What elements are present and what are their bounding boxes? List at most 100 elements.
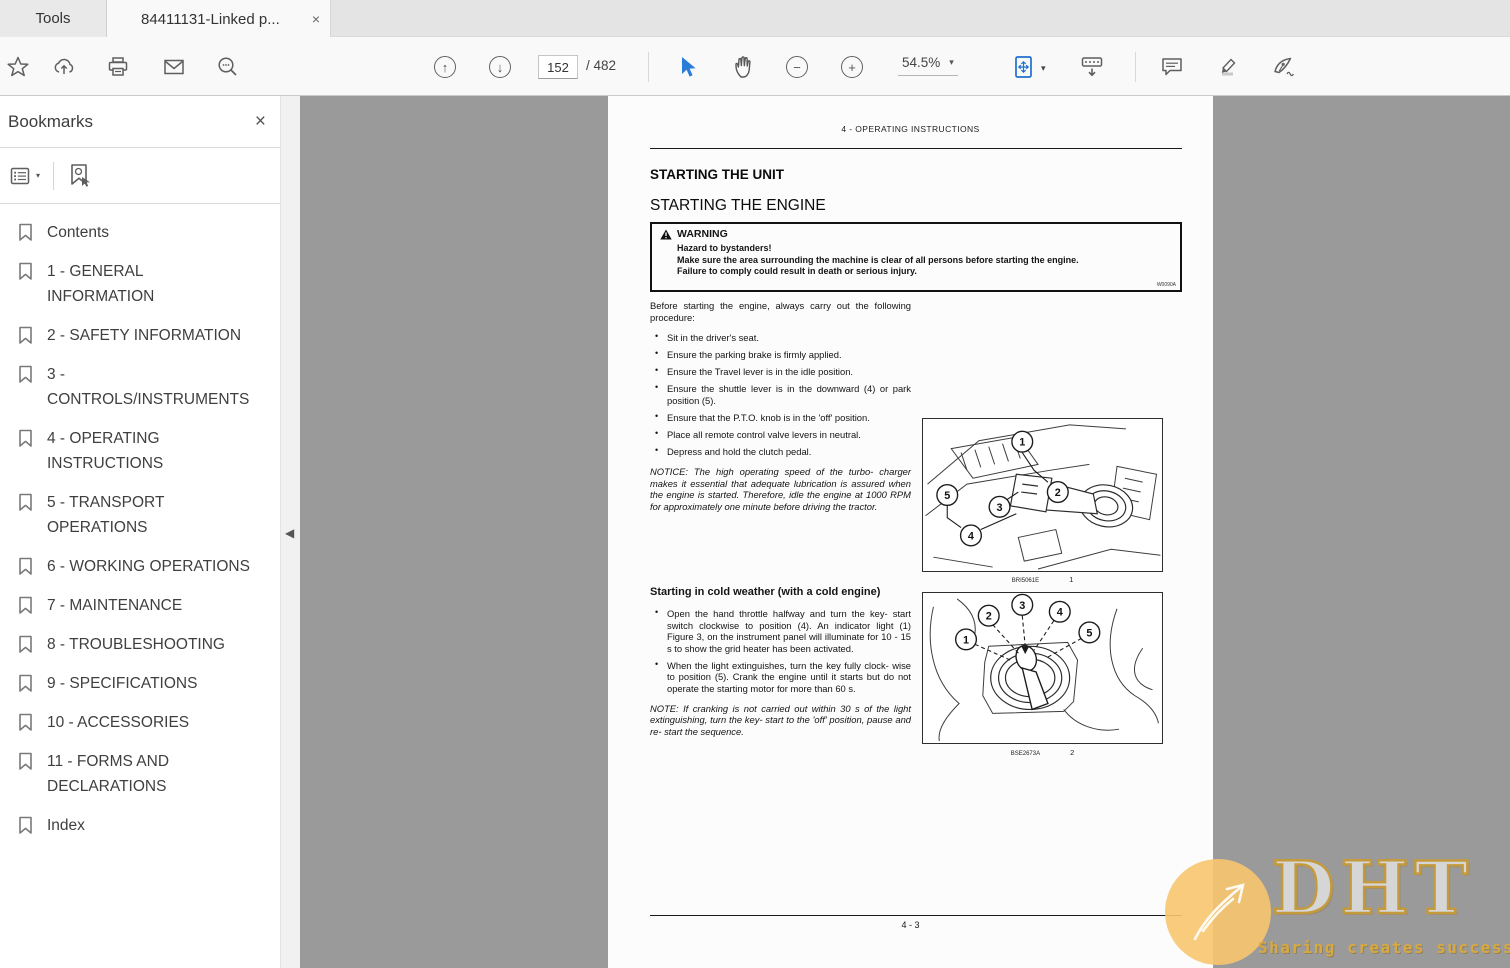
tab-tools[interactable]: Tools (0, 0, 107, 37)
footer-rule (650, 915, 1182, 917)
procedure-step: Ensure the shuttle lever is in the downw… (650, 382, 911, 406)
highlight-button[interactable] (1213, 51, 1245, 83)
tab-document[interactable]: 84411131-Linked p... × (107, 0, 331, 38)
options-list-icon (10, 167, 30, 184)
bookmark-item-working-operations[interactable]: 6 - WORKING OPERATIONS (18, 554, 272, 579)
bookmarks-title: Bookmarks (8, 111, 94, 131)
email-button[interactable] (158, 51, 190, 83)
hand-tool-button[interactable] (727, 51, 759, 83)
collapse-panel-icon[interactable]: ◀ (285, 526, 294, 540)
notice-paragraph: NOTICE: The high operating speed of the … (650, 465, 911, 512)
bookmarks-toolbar: ▾ (0, 148, 280, 204)
bookmark-item-forms-declarations[interactable]: 11 - FORMS AND DECLARATIONS (18, 749, 272, 799)
toolbar-divider (1135, 52, 1136, 82)
cursor-arrow-icon (682, 57, 696, 77)
svg-text:1: 1 (963, 634, 969, 646)
bookmarks-list: Contents 1 - GENERAL INFORMATION 2 - SAFE… (0, 204, 280, 838)
zoom-in-button[interactable]: + (836, 51, 868, 83)
arrow-logo-icon (1193, 883, 1245, 941)
close-tab-icon[interactable]: × (312, 11, 320, 27)
procedure-step: Ensure the Travel lever is in the idle p… (650, 365, 911, 378)
fill-sign-button[interactable] (1268, 51, 1300, 83)
bookmark-icon (18, 749, 33, 799)
bookmark-icon (18, 362, 33, 412)
svg-text:2: 2 (986, 611, 992, 623)
pdf-page: 4 - OPERATING INSTRUCTIONS STARTING THE … (608, 96, 1213, 968)
figure-1-caption: BRI5061E 1 (1011, 575, 1074, 584)
subsection-title: STARTING THE ENGINE (650, 197, 826, 214)
bookmark-icon (18, 632, 33, 657)
panel-collapse-strip[interactable]: ◀ (280, 96, 300, 968)
page-count-label: / 482 (586, 58, 617, 73)
collapse-toolbar-icon (1081, 57, 1103, 77)
bookmark-item-transport-operations[interactable]: 5 - TRANSPORT OPERATIONS (18, 490, 272, 540)
note-paragraph: NOTE: If cranking is not carried out wit… (650, 702, 911, 737)
bookmark-item-maintenance[interactable]: 7 - MAINTENANCE (18, 593, 272, 618)
bookmarks-header: Bookmarks × (0, 96, 280, 148)
star-icon (7, 56, 29, 77)
svg-text:5: 5 (1086, 627, 1092, 639)
bookmark-item-contents[interactable]: Contents (18, 220, 272, 245)
bookmarks-panel: Bookmarks × ▾ Contents 1 - GENERAL INFOR… (0, 96, 280, 968)
search-icon (218, 57, 237, 76)
document-canvas[interactable]: 4 - OPERATING INSTRUCTIONS STARTING THE … (300, 96, 1510, 968)
bookmark-item-accessories[interactable]: 10 - ACCESSORIES (18, 710, 272, 735)
share-button[interactable] (48, 51, 80, 83)
procedure-step: Sit in the driver's seat. (650, 331, 911, 344)
acrobat-window: Tools 84411131-Linked p... × ↑ ↓ 152 / 4… (0, 0, 1510, 968)
bookmark-icon (18, 554, 33, 579)
svg-text:3: 3 (997, 502, 1003, 514)
bookmark-item-troubleshooting[interactable]: 8 - TROUBLESHOOTING (18, 632, 272, 657)
highlighter-icon (1221, 58, 1236, 76)
running-header: 4 - OPERATING INSTRUCTIONS (841, 124, 980, 134)
minus-icon: − (786, 56, 808, 78)
tab-bar: Tools 84411131-Linked p... × (0, 0, 1510, 38)
hide-toolbar-button[interactable] (1076, 51, 1108, 83)
svg-text:2: 2 (1055, 487, 1061, 499)
warning-triangle-icon (660, 229, 672, 239)
bookmark-icon (18, 490, 33, 540)
comment-bubble-icon (1162, 58, 1182, 76)
bookmark-item-index[interactable]: Index (18, 813, 272, 838)
intro-paragraph: Before starting the engine, always carry… (650, 300, 911, 323)
previous-page-button[interactable]: ↑ (429, 51, 461, 83)
bookmark-icon (18, 710, 33, 735)
hand-icon (735, 56, 751, 78)
zoom-level-dropdown[interactable]: 54.5% ▾ (898, 55, 958, 76)
warning-line: Make sure the area surrounding the machi… (677, 254, 1079, 265)
select-tool-button[interactable] (672, 51, 704, 83)
signature-pen-icon (1274, 57, 1294, 77)
page-number-input[interactable] (538, 55, 578, 79)
bookmark-item-general-information[interactable]: 1 - GENERAL INFORMATION (18, 259, 272, 309)
svg-text:3: 3 (1019, 600, 1025, 612)
bookmark-item-controls-instruments[interactable]: 3 - CONTROLS/INSTRUMENTS (18, 362, 272, 412)
document-tab-title: 84411131-Linked p... (141, 10, 280, 28)
bookmark-icon (18, 593, 33, 618)
page-fit-button[interactable] (1008, 51, 1040, 83)
fit-page-icon (1015, 56, 1032, 78)
figure2-illustration: 1 2 3 4 5 (929, 593, 1159, 742)
bookmark-item-specifications[interactable]: 9 - SPECIFICATIONS (18, 671, 272, 696)
chevron-down-icon[interactable]: ▾ (1041, 63, 1046, 74)
plus-icon: + (841, 56, 863, 78)
close-panel-icon[interactable]: × (255, 111, 266, 133)
bookmark-icon (18, 671, 33, 696)
bookmark-search-icon (71, 163, 91, 187)
warning-line: Failure to comply could result in death … (677, 266, 917, 276)
zoom-out-button[interactable]: − (781, 51, 813, 83)
bookmark-options-button[interactable]: ▾ (10, 166, 40, 186)
bookmark-item-safety-information[interactable]: 2 - SAFETY INFORMATION (18, 323, 272, 348)
search-button[interactable] (212, 51, 244, 83)
next-page-button[interactable]: ↓ (484, 51, 516, 83)
print-button[interactable] (102, 51, 134, 83)
find-current-bookmark-button[interactable] (67, 163, 93, 189)
page-footer-number: 4 - 3 (901, 920, 920, 930)
main-toolbar: ↑ ↓ / 482 − + 54.5% ▾ ▾ (0, 37, 1510, 96)
comment-button[interactable] (1156, 51, 1188, 83)
header-rule (650, 148, 1182, 150)
procedure-step: Place all remote control valve levers in… (650, 428, 911, 441)
arrow-down-icon: ↓ (489, 56, 511, 78)
bookmark-item-operating-instructions[interactable]: 4 - OPERATING INSTRUCTIONS (18, 426, 272, 476)
svg-text:4: 4 (1057, 607, 1063, 619)
favorites-button[interactable] (2, 51, 34, 83)
